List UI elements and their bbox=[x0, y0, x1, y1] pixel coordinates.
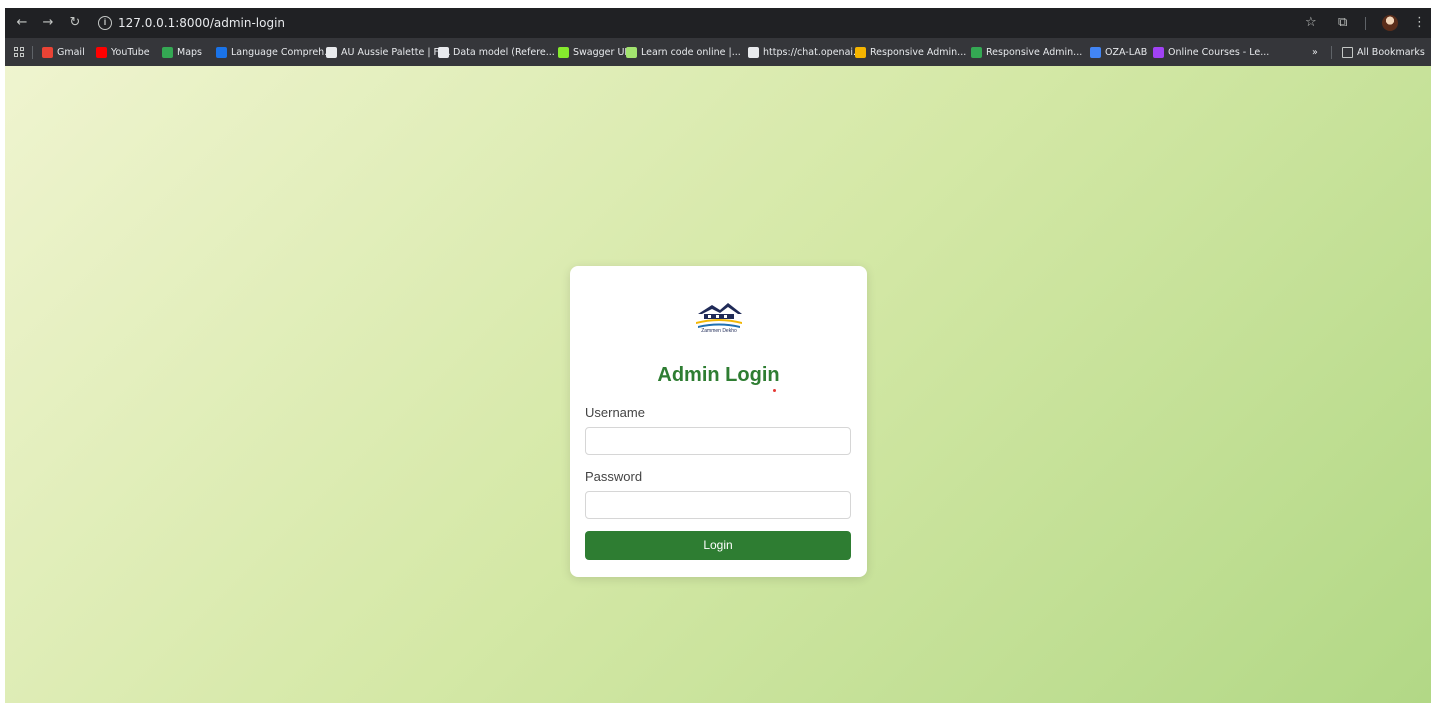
username-input[interactable] bbox=[585, 427, 851, 455]
all-bookmarks[interactable]: All Bookmarks bbox=[1342, 38, 1425, 66]
forward-icon[interactable]: → bbox=[39, 14, 57, 32]
bookmark-item[interactable]: Maps bbox=[162, 38, 202, 66]
star-icon[interactable]: ☆ bbox=[1305, 15, 1317, 30]
bookmark-label: Data model (Refere... bbox=[453, 46, 555, 58]
bookmark-favicon-icon bbox=[326, 46, 337, 58]
bookmark-item[interactable]: Gmail bbox=[42, 38, 85, 66]
bookmark-label: Language Compreh... bbox=[231, 46, 334, 58]
bookmark-label: AU Aussie Palette | Fl... bbox=[341, 46, 451, 58]
bookmark-label: Responsive Admin... bbox=[986, 46, 1083, 58]
bookmark-item[interactable]: Language Compreh... bbox=[216, 38, 333, 66]
username-label: Username bbox=[585, 405, 645, 420]
more-bookmarks-icon[interactable]: » bbox=[1312, 38, 1318, 66]
bookmark-label: Online Courses - Le... bbox=[1168, 46, 1270, 58]
bookmarks-divider bbox=[32, 46, 33, 59]
url-field[interactable]: 127.0.0.1:8000/admin-login bbox=[118, 16, 285, 30]
bookmark-favicon-icon bbox=[96, 46, 107, 58]
bookmark-label: https://chat.openai.... bbox=[763, 46, 866, 58]
bookmark-item[interactable]: Swagger UI bbox=[558, 38, 627, 66]
bookmark-favicon-icon bbox=[42, 46, 53, 58]
address-bar-row: ← → ↻ i 127.0.0.1:8000/admin-login ☆ ⧉ ⋮ bbox=[5, 8, 1431, 38]
bookmark-favicon-icon bbox=[1153, 46, 1164, 58]
login-button[interactable]: Login bbox=[585, 531, 851, 560]
bookmark-item[interactable]: Online Courses - Le... bbox=[1153, 38, 1269, 66]
bookmark-label: Maps bbox=[177, 46, 202, 58]
folder-icon bbox=[1342, 46, 1353, 58]
bookmark-favicon-icon bbox=[1090, 46, 1101, 58]
apps-icon[interactable] bbox=[14, 47, 24, 57]
bookmark-favicon-icon bbox=[216, 46, 227, 58]
extensions-icon[interactable]: ⧉ bbox=[1338, 15, 1347, 30]
menu-icon[interactable]: ⋮ bbox=[1413, 15, 1426, 30]
bookmark-label: OZA-LAB bbox=[1105, 46, 1148, 58]
back-icon[interactable]: ← bbox=[13, 14, 31, 32]
bookmark-favicon-icon bbox=[162, 46, 173, 58]
bookmark-favicon-icon bbox=[558, 46, 569, 58]
logo-text: Zammen Dekho bbox=[701, 328, 737, 334]
reload-icon[interactable]: ↻ bbox=[66, 14, 84, 32]
toolbar-divider bbox=[1365, 17, 1366, 30]
bookmark-favicon-icon bbox=[971, 46, 982, 58]
profile-avatar[interactable] bbox=[1382, 15, 1398, 31]
bookmarks-bar: Gmail YouTube Maps Language Compreh... AU Au… bbox=[5, 38, 1431, 66]
bookmarks-divider bbox=[1331, 46, 1332, 59]
page-background: Zammen Dekho Admin Login Username Passwo… bbox=[5, 66, 1431, 703]
company-logo: Zammen Dekho bbox=[690, 298, 748, 340]
bookmark-item[interactable]: https://chat.openai.... bbox=[748, 38, 865, 66]
bookmark-favicon-icon bbox=[748, 46, 759, 58]
bookmark-item[interactable]: Responsive Admin... bbox=[971, 38, 1082, 66]
bookmark-favicon-icon bbox=[855, 46, 866, 58]
bookmark-item[interactable]: Learn code online |... bbox=[626, 38, 741, 66]
bookmark-label: Learn code online |... bbox=[641, 46, 741, 58]
bookmark-label: Swagger UI bbox=[573, 46, 628, 58]
password-label: Password bbox=[585, 469, 643, 484]
browser-window: ← → ↻ i 127.0.0.1:8000/admin-login ☆ ⧉ ⋮… bbox=[5, 8, 1431, 703]
login-card: Zammen Dekho Admin Login Username Passwo… bbox=[570, 266, 867, 577]
bookmark-favicon-icon bbox=[626, 46, 637, 58]
all-bookmarks-label: All Bookmarks bbox=[1357, 46, 1425, 58]
bookmark-item[interactable]: OZA-LAB bbox=[1090, 38, 1147, 66]
bookmark-item[interactable]: YouTube bbox=[96, 38, 150, 66]
password-input[interactable] bbox=[585, 491, 851, 519]
bookmark-item[interactable]: Data model (Refere... bbox=[438, 38, 555, 66]
bookmark-label: YouTube bbox=[111, 46, 150, 58]
page-title: Admin Login bbox=[657, 364, 780, 386]
house-logo-icon bbox=[696, 303, 742, 328]
site-info-icon[interactable]: i bbox=[98, 16, 112, 30]
cursor-marker bbox=[773, 389, 776, 392]
bookmark-favicon-icon bbox=[438, 46, 449, 58]
bookmark-item[interactable]: Responsive Admin... bbox=[855, 38, 966, 66]
bookmark-label: Gmail bbox=[57, 46, 85, 58]
bookmark-item[interactable]: AU Aussie Palette | Fl... bbox=[326, 38, 451, 66]
bookmark-label: Responsive Admin... bbox=[870, 46, 967, 58]
